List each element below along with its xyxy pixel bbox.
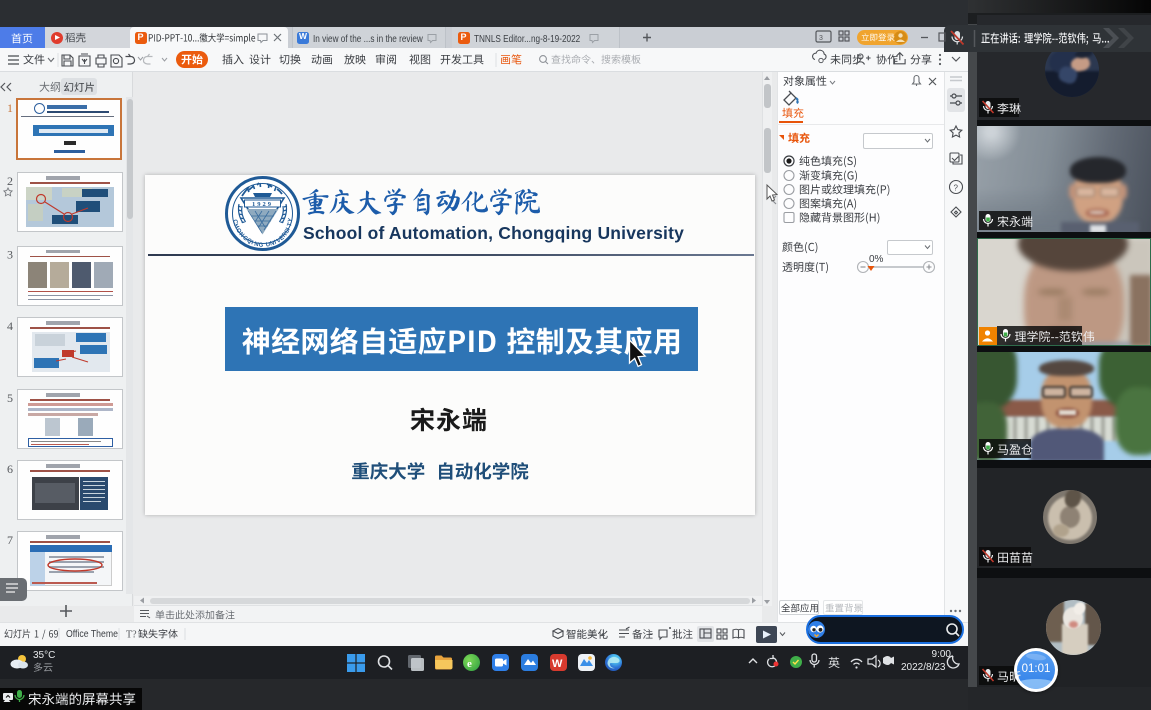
svg-text:G: G [258,243,263,249]
svg-text:1929: 1929 [252,201,273,208]
